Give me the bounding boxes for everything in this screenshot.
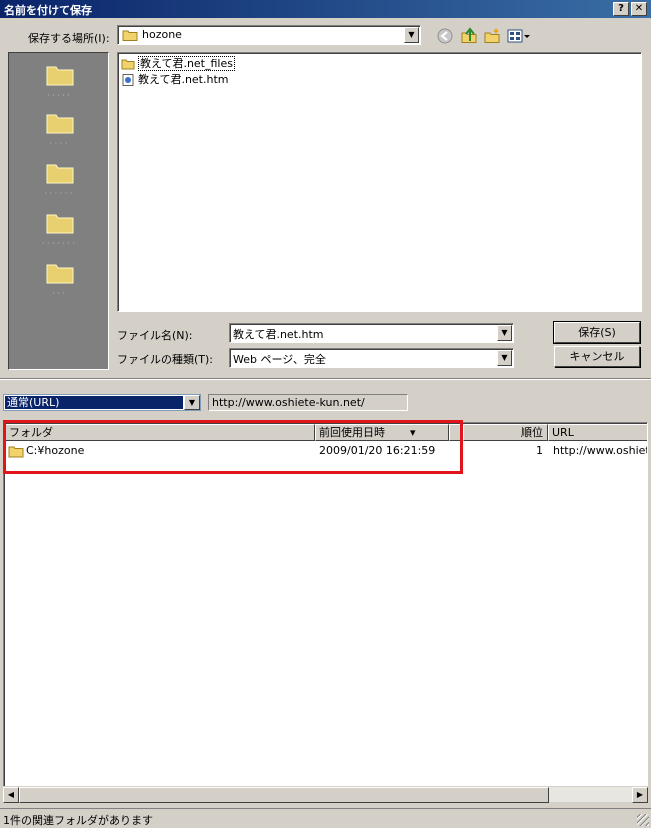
horizontal-scrollbar[interactable]: ◀ ▶ — [3, 786, 648, 803]
folder-icon — [8, 446, 24, 458]
cancel-button[interactable]: キャンセル — [554, 346, 640, 367]
file-name: 教えて君.net_files — [138, 56, 235, 71]
place-item[interactable]: · · · · · · — [9, 155, 108, 203]
chevron-down-icon[interactable]: ▼ — [404, 27, 419, 43]
place-label: · · · — [52, 289, 65, 298]
filetype-label: ファイルの種類(T): — [117, 353, 214, 366]
folder-icon — [122, 30, 138, 41]
filename-input[interactable]: 教えて君.net.htm ▼ — [229, 323, 514, 343]
back-icon[interactable] — [436, 27, 454, 45]
filename-label: ファイル名(N): — [117, 329, 193, 342]
folder-icon — [46, 214, 74, 234]
title-bar: 名前を付けて保存 ? ✕ — [0, 0, 651, 18]
mode-combo[interactable]: 通常(URL) ▼ — [3, 394, 201, 411]
folder-icon — [121, 59, 135, 70]
mode-value: 通常(URL) — [5, 396, 183, 409]
place-item[interactable]: · · · — [9, 255, 108, 303]
places-bar: · · · · · · · · · · · · · · · · · · · · … — [8, 52, 109, 370]
place-label: · · · · · · — [44, 189, 73, 198]
place-label: · · · · — [49, 139, 68, 148]
close-button[interactable]: ✕ — [631, 2, 647, 16]
panel-divider — [0, 378, 651, 380]
save-button[interactable]: 保存(S) — [553, 321, 641, 344]
status-text: 1件の関連フォルダがあります — [3, 814, 153, 827]
filetype-value: Web ページ、完全 — [233, 353, 326, 366]
web-page-icon — [122, 74, 134, 86]
chevron-down-icon[interactable]: ▼ — [497, 325, 512, 341]
save-in-label: 保存する場所(I): — [28, 32, 110, 45]
file-list[interactable]: 教えて君.net_files 教えて君.net.htm — [117, 52, 642, 312]
column-header-last-used[interactable]: 前回使用日時 ▾ — [315, 424, 449, 441]
up-folder-icon[interactable] — [460, 27, 478, 45]
column-header-spacer — [449, 424, 463, 441]
file-name: 教えて君.net.htm — [138, 73, 229, 86]
place-item[interactable]: · · · · · · · — [9, 205, 108, 253]
folder-icon — [46, 164, 74, 184]
save-in-value: hozone — [142, 28, 182, 41]
history-grid[interactable]: フォルダ 前回使用日時 ▾ 順位 URL C:¥hozone 2009/01/2… — [3, 422, 648, 802]
column-header-folder[interactable]: フォルダ — [5, 424, 315, 441]
column-header-label: 前回使用日時 — [319, 426, 385, 439]
folder-icon — [46, 114, 74, 134]
column-header-url[interactable]: URL — [548, 424, 647, 441]
list-item[interactable]: 教えて君.net_files — [121, 55, 235, 71]
scroll-left-icon[interactable]: ◀ — [3, 787, 19, 803]
scroll-thumb[interactable] — [19, 787, 549, 803]
row-last-used: 2009/01/20 16:21:59 — [319, 444, 436, 457]
place-item[interactable]: · · · · · — [9, 57, 108, 105]
row-url: http://www.oshiete — [553, 444, 648, 457]
place-label: · · · · · — [47, 91, 70, 100]
window-title: 名前を付けて保存 — [4, 4, 92, 17]
filename-value: 教えて君.net.htm — [233, 328, 324, 341]
chevron-down-icon[interactable]: ▼ — [184, 395, 200, 410]
list-item[interactable]: 教えて君.net.htm — [121, 71, 229, 87]
folder-icon — [46, 264, 74, 284]
scroll-right-icon[interactable]: ▶ — [632, 787, 648, 803]
sort-down-icon: ▾ — [410, 426, 416, 439]
status-bar: 1件の関連フォルダがあります — [0, 808, 651, 828]
view-menu-icon[interactable] — [507, 27, 531, 45]
row-folder: C:¥hozone — [26, 444, 85, 457]
resize-grip-icon[interactable] — [637, 814, 649, 826]
row-rank: 1 — [536, 444, 543, 457]
place-item[interactable]: · · · · — [9, 105, 108, 153]
column-header-rank[interactable]: 順位 — [463, 424, 548, 441]
place-label: · · · · · · · — [41, 239, 76, 248]
new-folder-icon[interactable] — [483, 27, 501, 45]
url-display: http://www.oshiete-kun.net/ — [208, 394, 408, 411]
help-button[interactable]: ? — [613, 2, 629, 16]
filetype-select[interactable]: Web ページ、完全 ▼ — [229, 348, 514, 368]
save-in-combo[interactable]: hozone ▼ — [117, 25, 421, 45]
folder-icon — [46, 66, 74, 86]
chevron-down-icon[interactable]: ▼ — [497, 350, 512, 366]
